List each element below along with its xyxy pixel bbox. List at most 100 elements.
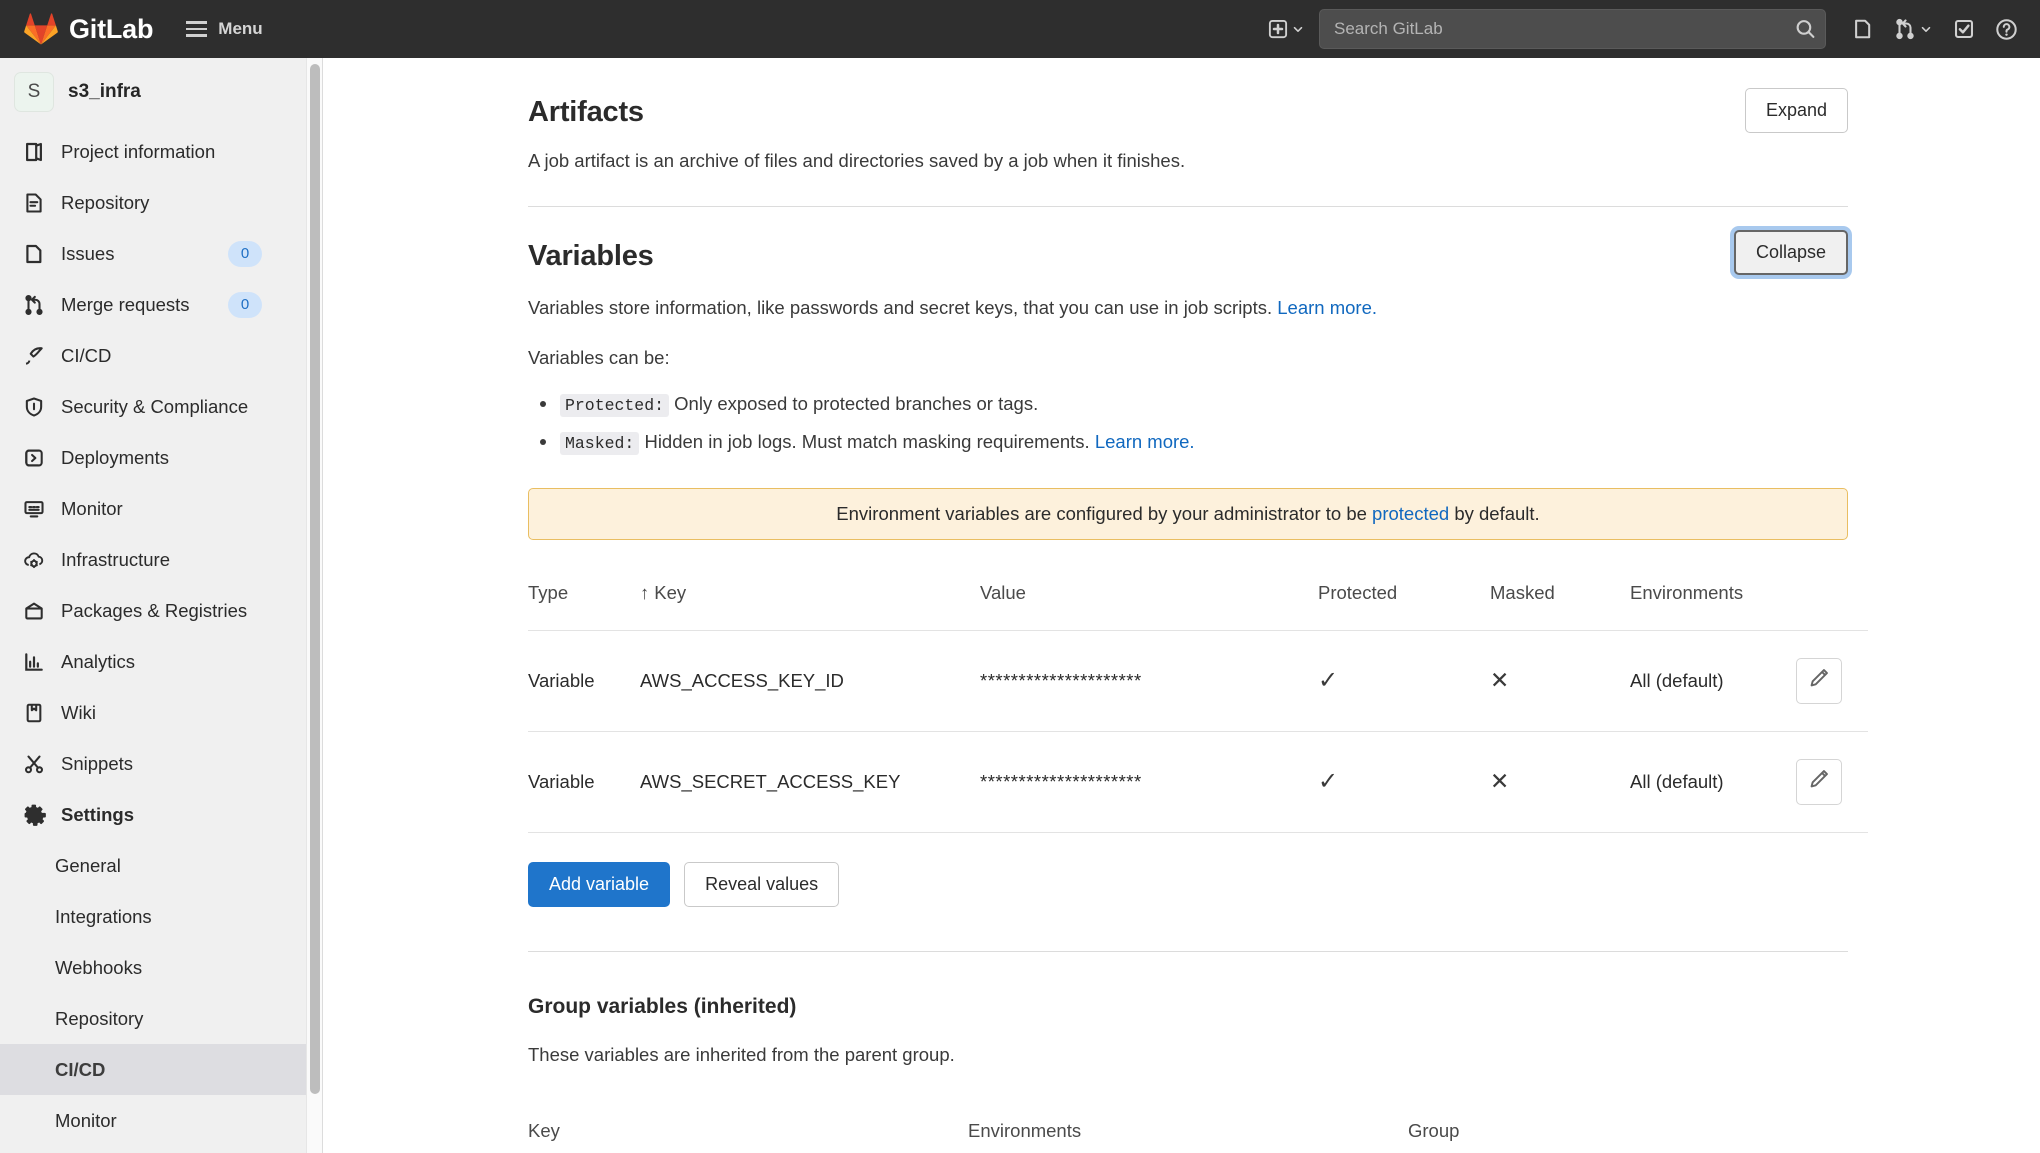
search-input[interactable]: [1319, 9, 1826, 49]
sidebar-item-issues[interactable]: Issues 0: [0, 228, 322, 279]
sidebar-subitem-repository[interactable]: Repository: [0, 993, 322, 1044]
sidebar-item-repository[interactable]: Repository: [0, 177, 322, 228]
help-icon: [1995, 18, 2018, 41]
group-variables-title: Group variables (inherited): [528, 994, 797, 1018]
sidebar-subitem-integrations[interactable]: Integrations: [0, 891, 322, 942]
column-header-key[interactable]: ↑ Key: [640, 581, 980, 631]
table-header-row: Type ↑ Key Value Protected Masked Environ…: [528, 581, 1868, 631]
todos-check-icon: [1953, 18, 1975, 40]
sidebar-subitem-monitor[interactable]: Monitor: [0, 1095, 322, 1146]
learn-more-link[interactable]: Learn more.: [1277, 297, 1377, 318]
expand-button[interactable]: Expand: [1744, 88, 1848, 133]
project-header[interactable]: S s3_infra: [0, 58, 322, 126]
column-header-group[interactable]: Group: [1408, 1120, 1848, 1153]
cell-actions: [1796, 630, 1868, 732]
sidebar-item-project-information[interactable]: Project information: [0, 126, 322, 177]
sidebar-scrollbar-thumb[interactable]: [310, 64, 320, 1094]
sidebar-item-ci-cd[interactable]: CI/CD: [0, 330, 322, 381]
add-variable-button[interactable]: Add variable: [528, 861, 671, 907]
variables-intro: Variables store information, like passwo…: [528, 294, 1848, 322]
column-header-protected[interactable]: Protected: [1318, 581, 1490, 631]
avatar: S: [14, 72, 54, 112]
column-header-environments[interactable]: Environments: [968, 1120, 1408, 1153]
protected-link[interactable]: protected: [1372, 503, 1449, 525]
check-icon: ✓: [1318, 768, 1339, 796]
sidebar-item-security-compliance[interactable]: Security & Compliance: [0, 381, 322, 432]
sidebar-item-label: Monitor: [61, 497, 123, 519]
column-header-value[interactable]: Value: [980, 581, 1318, 631]
sidebar-item-label: Issues: [61, 242, 115, 264]
edit-variable-button[interactable]: [1796, 657, 1842, 704]
close-icon: ✕: [1490, 667, 1510, 694]
masking-learn-more-link[interactable]: Learn more.: [1095, 431, 1195, 452]
sidebar-subitem-label: General: [55, 854, 121, 876]
wiki-book-icon: [22, 701, 46, 725]
todos-nav-button[interactable]: [1943, 0, 1985, 58]
column-header-type[interactable]: Type: [528, 581, 640, 631]
project-information-icon: [22, 140, 46, 164]
sidebar-subitem-general[interactable]: General: [0, 840, 322, 891]
issues-icon: [1852, 18, 1874, 40]
sidebar-item-label: Analytics: [61, 650, 136, 672]
variables-bullet-list: Protected: Only exposed to protected bra…: [528, 390, 1848, 456]
main-menu-button[interactable]: Menu: [186, 19, 263, 39]
status-badge: 0: [228, 240, 262, 267]
column-header-key[interactable]: Key: [528, 1120, 968, 1153]
table-row: Variable AWS_ACCESS_KEY_ID *************…: [528, 630, 1868, 732]
reveal-values-button[interactable]: Reveal values: [684, 861, 840, 907]
search-icon[interactable]: [1795, 19, 1816, 40]
sidebar-scrollbar-track[interactable]: [306, 58, 322, 1153]
sidebar-subitem-ci-cd[interactable]: CI/CD: [0, 1044, 322, 1095]
sidebar-subitem-webhooks[interactable]: Webhooks: [0, 942, 322, 993]
issues-nav-button[interactable]: [1842, 0, 1884, 58]
gitlab-logo[interactable]: GitLab: [24, 13, 153, 45]
column-header-environments[interactable]: Environments: [1630, 581, 1796, 631]
gitlab-tanuki-icon: [24, 13, 58, 45]
table-row: Variable AWS_SECRET_ACCESS_KEY *********…: [528, 731, 1868, 833]
column-header-actions: [1796, 581, 1868, 631]
sidebar-item-packages-registries[interactable]: Packages & Registries: [0, 585, 322, 636]
variables-table-body: Variable AWS_ACCESS_KEY_ID *************…: [528, 630, 1868, 833]
repository-icon: [22, 191, 46, 215]
sidebar-item-analytics[interactable]: Analytics: [0, 636, 322, 687]
cell-masked: ✕: [1490, 630, 1630, 732]
project-name: s3_infra: [68, 81, 141, 102]
cell-actions: [1796, 731, 1868, 833]
sidebar-item-snippets[interactable]: Snippets: [0, 738, 322, 789]
search-container: [1319, 9, 1826, 49]
sidebar-item-wiki[interactable]: Wiki: [0, 687, 322, 738]
sidebar-item-deployments[interactable]: Deployments: [0, 432, 322, 483]
merge-requests-icon: [22, 293, 46, 317]
sidebar-item-merge-requests[interactable]: Merge requests 0: [0, 279, 322, 330]
artifacts-description: A job artifact is an archive of files an…: [528, 150, 1186, 171]
edit-variable-button[interactable]: [1796, 758, 1842, 805]
cell-protected: ✓: [1318, 630, 1490, 732]
sidebar-item-settings[interactable]: Settings: [0, 789, 322, 840]
variables-section: Variables Collapse Variables store infor…: [528, 229, 1868, 907]
issues-icon: [22, 242, 46, 266]
sidebar-scroll-area: S s3_infra Project information Repositor…: [0, 58, 322, 1153]
variables-actions: Add variable Reveal values: [528, 861, 1848, 907]
variables-table-head: Type ↑ Key Value Protected Masked Environ…: [528, 581, 1868, 631]
alert-prefix: Environment variables are configured by …: [836, 502, 1367, 524]
group-variables-table: Key Environments Group: [528, 1120, 1848, 1153]
column-header-masked[interactable]: Masked: [1490, 581, 1630, 631]
help-nav-button[interactable]: [1985, 0, 2040, 58]
analytics-chart-icon: [22, 650, 46, 674]
topbar-right-actions: [1258, 0, 2040, 58]
pencil-edit-icon: [1808, 667, 1830, 694]
merge-requests-nav-button[interactable]: [1884, 0, 1943, 58]
group-variables-section: Group variables (inherited) These variab…: [528, 995, 1848, 1153]
top-navbar: GitLab Menu: [0, 0, 2040, 58]
check-icon: ✓: [1318, 667, 1339, 695]
sidebar-item-label: Infrastructure: [61, 548, 170, 570]
ci-cd-icon: [22, 344, 46, 368]
masked-term: Masked:: [560, 431, 640, 455]
sidebar-item-label: Packages & Registries: [61, 599, 248, 621]
collapse-button[interactable]: Collapse: [1733, 229, 1848, 275]
sidebar-item-infrastructure[interactable]: Infrastructure: [0, 534, 322, 585]
sidebar-item-monitor[interactable]: Monitor: [0, 483, 322, 534]
new-item-button[interactable]: [1258, 0, 1315, 58]
cell-type: Variable: [528, 630, 640, 732]
sidebar-subitem-label: Integrations: [55, 905, 152, 927]
